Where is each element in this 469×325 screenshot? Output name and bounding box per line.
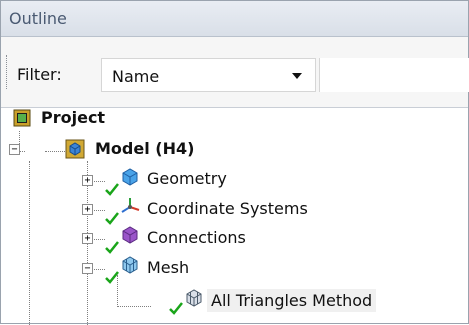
connections-icon [122, 226, 138, 244]
check-icon [105, 241, 119, 254]
outline-title-bar: Outline [1, 1, 468, 37]
expand-geometry-icon[interactable]: + [82, 175, 93, 186]
check-icon [169, 302, 183, 315]
check-icon [105, 183, 119, 196]
tree-connector [117, 306, 151, 307]
outline-title: Outline [9, 9, 67, 28]
tree-item-model[interactable]: Model (H4) [95, 139, 194, 158]
tree-connector [45, 151, 65, 152]
expand-coordinate-systems-icon[interactable]: + [82, 204, 93, 215]
collapse-mesh-icon[interactable]: − [82, 263, 93, 274]
toolbar-grip[interactable] [6, 55, 10, 89]
filter-label: Filter: [17, 65, 62, 84]
filter-search-field[interactable] [319, 58, 469, 92]
expand-connections-icon[interactable]: + [82, 233, 93, 244]
tree-item-geometry[interactable]: Geometry [147, 169, 227, 188]
outline-panel: Outline Filter: Name Project − Model (H4… [0, 0, 469, 325]
model-icon [65, 139, 85, 159]
tree-item-mesh[interactable]: Mesh [147, 258, 189, 277]
mesh-icon [122, 256, 138, 274]
filter-value: Name [112, 67, 160, 86]
filter-dropdown[interactable]: Name [101, 58, 316, 92]
check-icon [105, 271, 119, 284]
mesh-method-icon [186, 289, 202, 307]
tree-item-connections[interactable]: Connections [147, 228, 246, 247]
tree-item-all-triangles-method[interactable]: All Triangles Method [207, 289, 377, 312]
geometry-icon [122, 168, 138, 186]
dropdown-arrow-icon[interactable] [292, 73, 302, 79]
project-icon [13, 109, 31, 127]
check-icon [105, 212, 119, 225]
tree-connector [29, 161, 30, 325]
tree-item-project[interactable]: Project [41, 108, 105, 127]
collapse-model-icon[interactable]: − [9, 144, 20, 155]
coordinate-systems-icon [121, 198, 140, 213]
tree-item-coordinate-systems[interactable]: Coordinate Systems [147, 199, 308, 218]
